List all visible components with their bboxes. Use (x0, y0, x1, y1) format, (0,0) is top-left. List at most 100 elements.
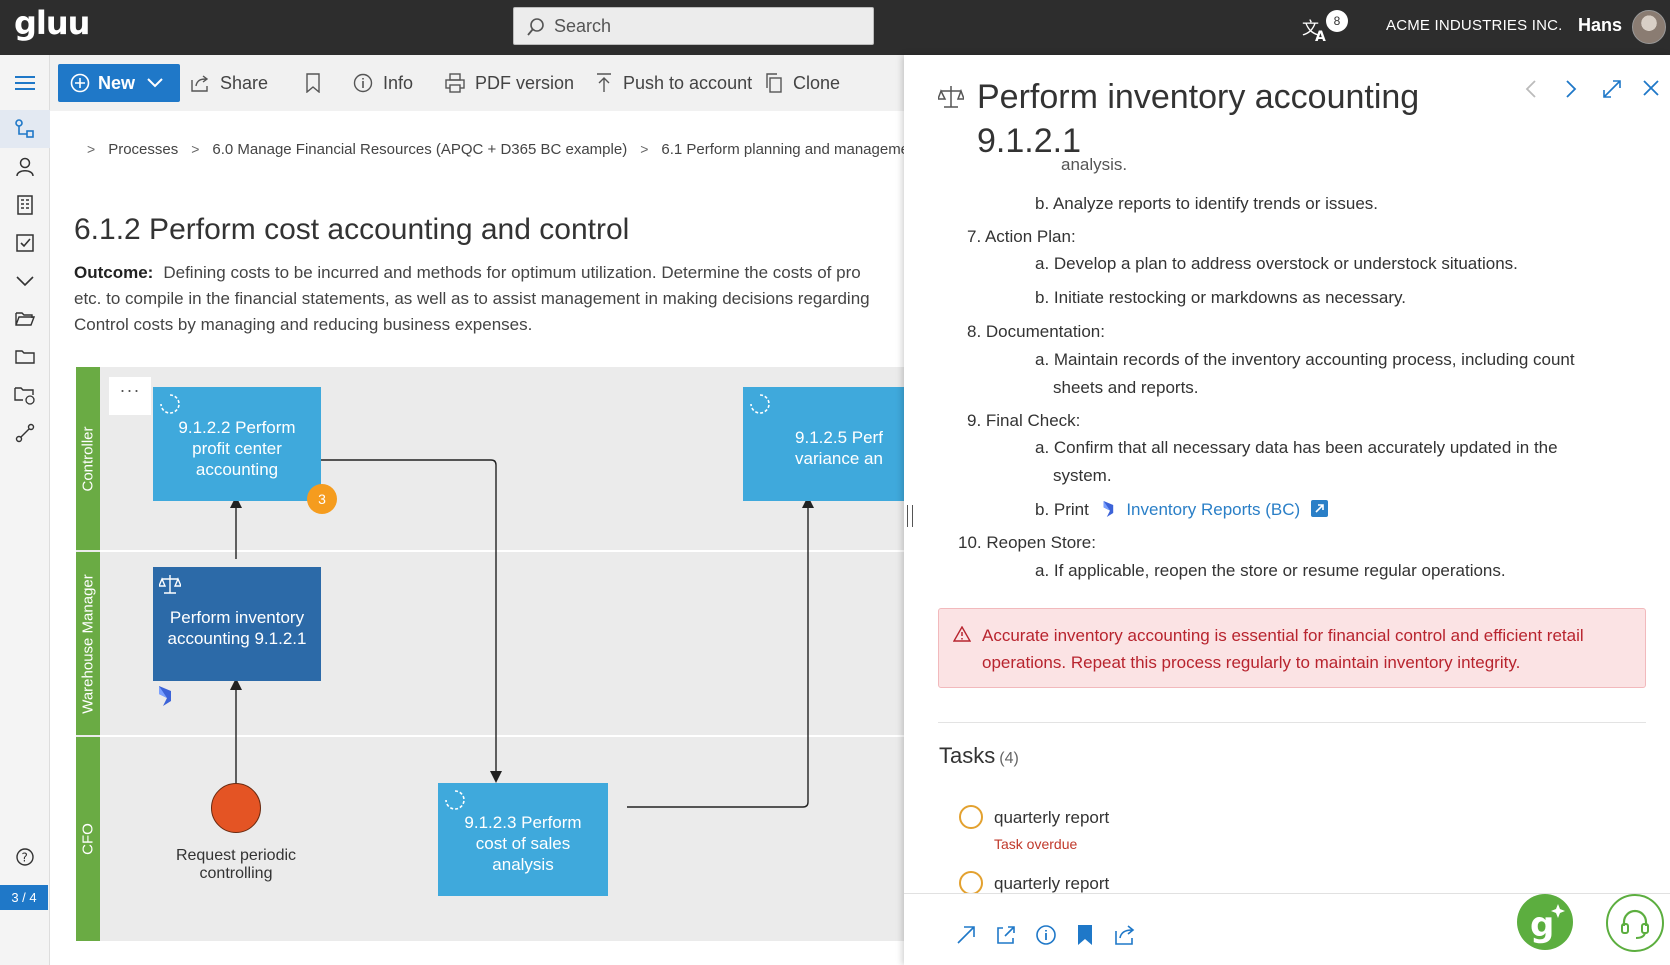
new-button-label: New (98, 72, 136, 93)
panel-title-line-1: Perform inventory accounting (977, 78, 1420, 116)
sidebar-item-folder[interactable] (0, 338, 50, 376)
start-event-label: Request periodic controlling (156, 847, 316, 883)
outcome-line-2: etc. to compile in the financial stateme… (74, 289, 870, 308)
help-icon: ? (16, 848, 34, 866)
bookmark-button[interactable] (305, 64, 321, 102)
open-new-window-icon[interactable] (995, 924, 1017, 946)
user-icon (16, 157, 34, 177)
user-name[interactable]: Hans (1578, 15, 1622, 36)
search-box[interactable] (513, 7, 874, 45)
divider (938, 722, 1646, 723)
connector-9123-to-9125 (627, 507, 809, 808)
warning-icon (953, 626, 971, 642)
chevron-right-icon: > (191, 141, 200, 157)
step-8: 8. Documentation: (967, 322, 1105, 341)
task-box-9125[interactable]: 9.1.2.5 Perf variance an (743, 387, 904, 501)
outcome-text: Outcome: Defining costs to be incurred an… (74, 260, 904, 340)
sidebar-item-organization[interactable] (0, 186, 50, 224)
checkbox-icon (16, 234, 34, 252)
sidebar-item-integrations[interactable] (0, 414, 50, 452)
pdf-button[interactable]: PDF version (445, 64, 574, 102)
clone-label: Clone (793, 72, 841, 93)
external-link-icon[interactable] (1310, 500, 1328, 517)
task-box-9121[interactable]: Perform inventory accounting 9.1.2.1 (153, 567, 321, 681)
company-name[interactable]: ACME INDUSTRIES INC. (1386, 17, 1563, 34)
upload-icon (597, 73, 611, 92)
inventory-reports-link[interactable]: Inventory Reports (BC) (1126, 500, 1300, 519)
dynamics-365-icon (159, 686, 171, 706)
menu-button[interactable] (0, 64, 50, 102)
panel-resize-handle[interactable] (907, 505, 913, 527)
breadcrumb-financial-resources[interactable]: 6.0 Manage Financial Resources (APQC + D… (212, 141, 627, 158)
sidebar-item-tasks[interactable] (0, 224, 50, 262)
chevron-down-icon (16, 276, 34, 287)
hamburger-icon (15, 76, 35, 90)
new-button[interactable]: New (58, 64, 180, 102)
scale-icon (938, 86, 964, 108)
task-box-9123[interactable]: 9.1.2.3 Perform cost of sales analysis (438, 783, 608, 896)
step-9b-prefix: b. Print (1035, 500, 1089, 519)
support-button[interactable] (1606, 894, 1664, 952)
sidebar-item-help[interactable]: ? (0, 838, 50, 876)
share-icon[interactable] (1114, 924, 1136, 946)
svg-text:?: ? (22, 851, 28, 865)
step-9a-line-2: system. (1053, 466, 1112, 485)
breadcrumb-processes[interactable]: Processes (108, 141, 178, 158)
open-arrow-icon[interactable] (955, 924, 977, 946)
step-9: 9. Final Check: (967, 411, 1081, 430)
task-box-9122-label: 9.1.2.2 Perform profit center accounting (178, 417, 296, 479)
pdf-label: PDF version (475, 72, 575, 93)
outcome-line-1: Defining costs to be incurred and method… (163, 263, 861, 282)
info-icon (353, 73, 373, 93)
process-diagram[interactable]: Controller Warehouse Manager CFO ··· 9.1… (76, 367, 904, 941)
task-box-9123-label: 9.1.2.3 Perform cost of sales analysis (464, 813, 582, 874)
step-7b: b. Initiate restocking or markdowns as n… (1035, 288, 1407, 307)
next-icon[interactable] (1564, 79, 1578, 99)
previous-icon[interactable] (1524, 79, 1538, 99)
headset-icon (1621, 909, 1649, 939)
task-name[interactable]: quarterly report (994, 874, 1109, 894)
warning-callout: Accurate inventory accounting is essenti… (938, 608, 1646, 688)
info-icon[interactable] (1035, 924, 1057, 946)
sidebar-item-folder-open[interactable] (0, 300, 50, 338)
clone-button[interactable]: Clone (765, 64, 840, 102)
notifications-button[interactable]: 文A 8 (1302, 10, 1348, 44)
sidebar-item-expand[interactable] (0, 262, 50, 300)
sidebar-item-processes[interactable] (0, 110, 50, 148)
count-badge[interactable]: 3 (307, 484, 337, 514)
info-button[interactable]: Info (353, 64, 413, 102)
start-event[interactable] (211, 783, 261, 833)
step-8a-line-1: a. Maintain records of the inventory acc… (1035, 350, 1575, 369)
gluu-ai-button[interactable]: g (1517, 894, 1573, 950)
folder-icon (15, 350, 35, 364)
step-9b: b. Print Inventory Reports (BC) (1035, 500, 1328, 520)
push-to-account-button[interactable]: Push to account (595, 64, 752, 102)
page-title: 6.1.2 Perform cost accounting and contro… (74, 213, 630, 246)
step-6b: b. Analyze reports to identify trends or… (1035, 194, 1379, 213)
bookmark-icon (306, 73, 320, 93)
chevron-down-icon (147, 78, 163, 88)
bookmark-filled-icon[interactable] (1076, 924, 1094, 946)
sidebar-item-folder-sync[interactable] (0, 376, 50, 414)
task-name[interactable]: quarterly report (994, 808, 1109, 828)
task-complete-toggle[interactable] (959, 871, 983, 895)
outcome-label: Outcome: (74, 263, 154, 282)
avatar[interactable] (1632, 10, 1666, 44)
cut-off-line: analysis. (1061, 157, 1128, 174)
expand-icon[interactable] (1602, 79, 1622, 99)
printer-icon (445, 73, 465, 93)
breadcrumb-planning[interactable]: 6.1 Perform planning and manageme (661, 141, 904, 158)
sidebar-item-users[interactable] (0, 148, 50, 186)
warning-line-1: Accurate inventory accounting is essenti… (982, 626, 1584, 645)
left-sidebar-icons: ? 3 / 4 (0, 55, 50, 965)
close-icon[interactable] (1642, 79, 1660, 97)
step-7: 7. Action Plan: (967, 227, 1076, 246)
share-icon (191, 75, 209, 92)
search-input[interactable] (554, 8, 854, 44)
share-button[interactable]: Share (190, 64, 268, 102)
task-box-9125-label: 9.1.2.5 Perf variance an (795, 428, 883, 468)
start-event-label-line-2: controlling (199, 865, 273, 882)
task-complete-toggle[interactable] (959, 805, 983, 829)
gluu-logo[interactable]: gluu (14, 4, 90, 42)
task-box-9122[interactable]: 9.1.2.2 Perform profit center accounting (153, 387, 321, 501)
